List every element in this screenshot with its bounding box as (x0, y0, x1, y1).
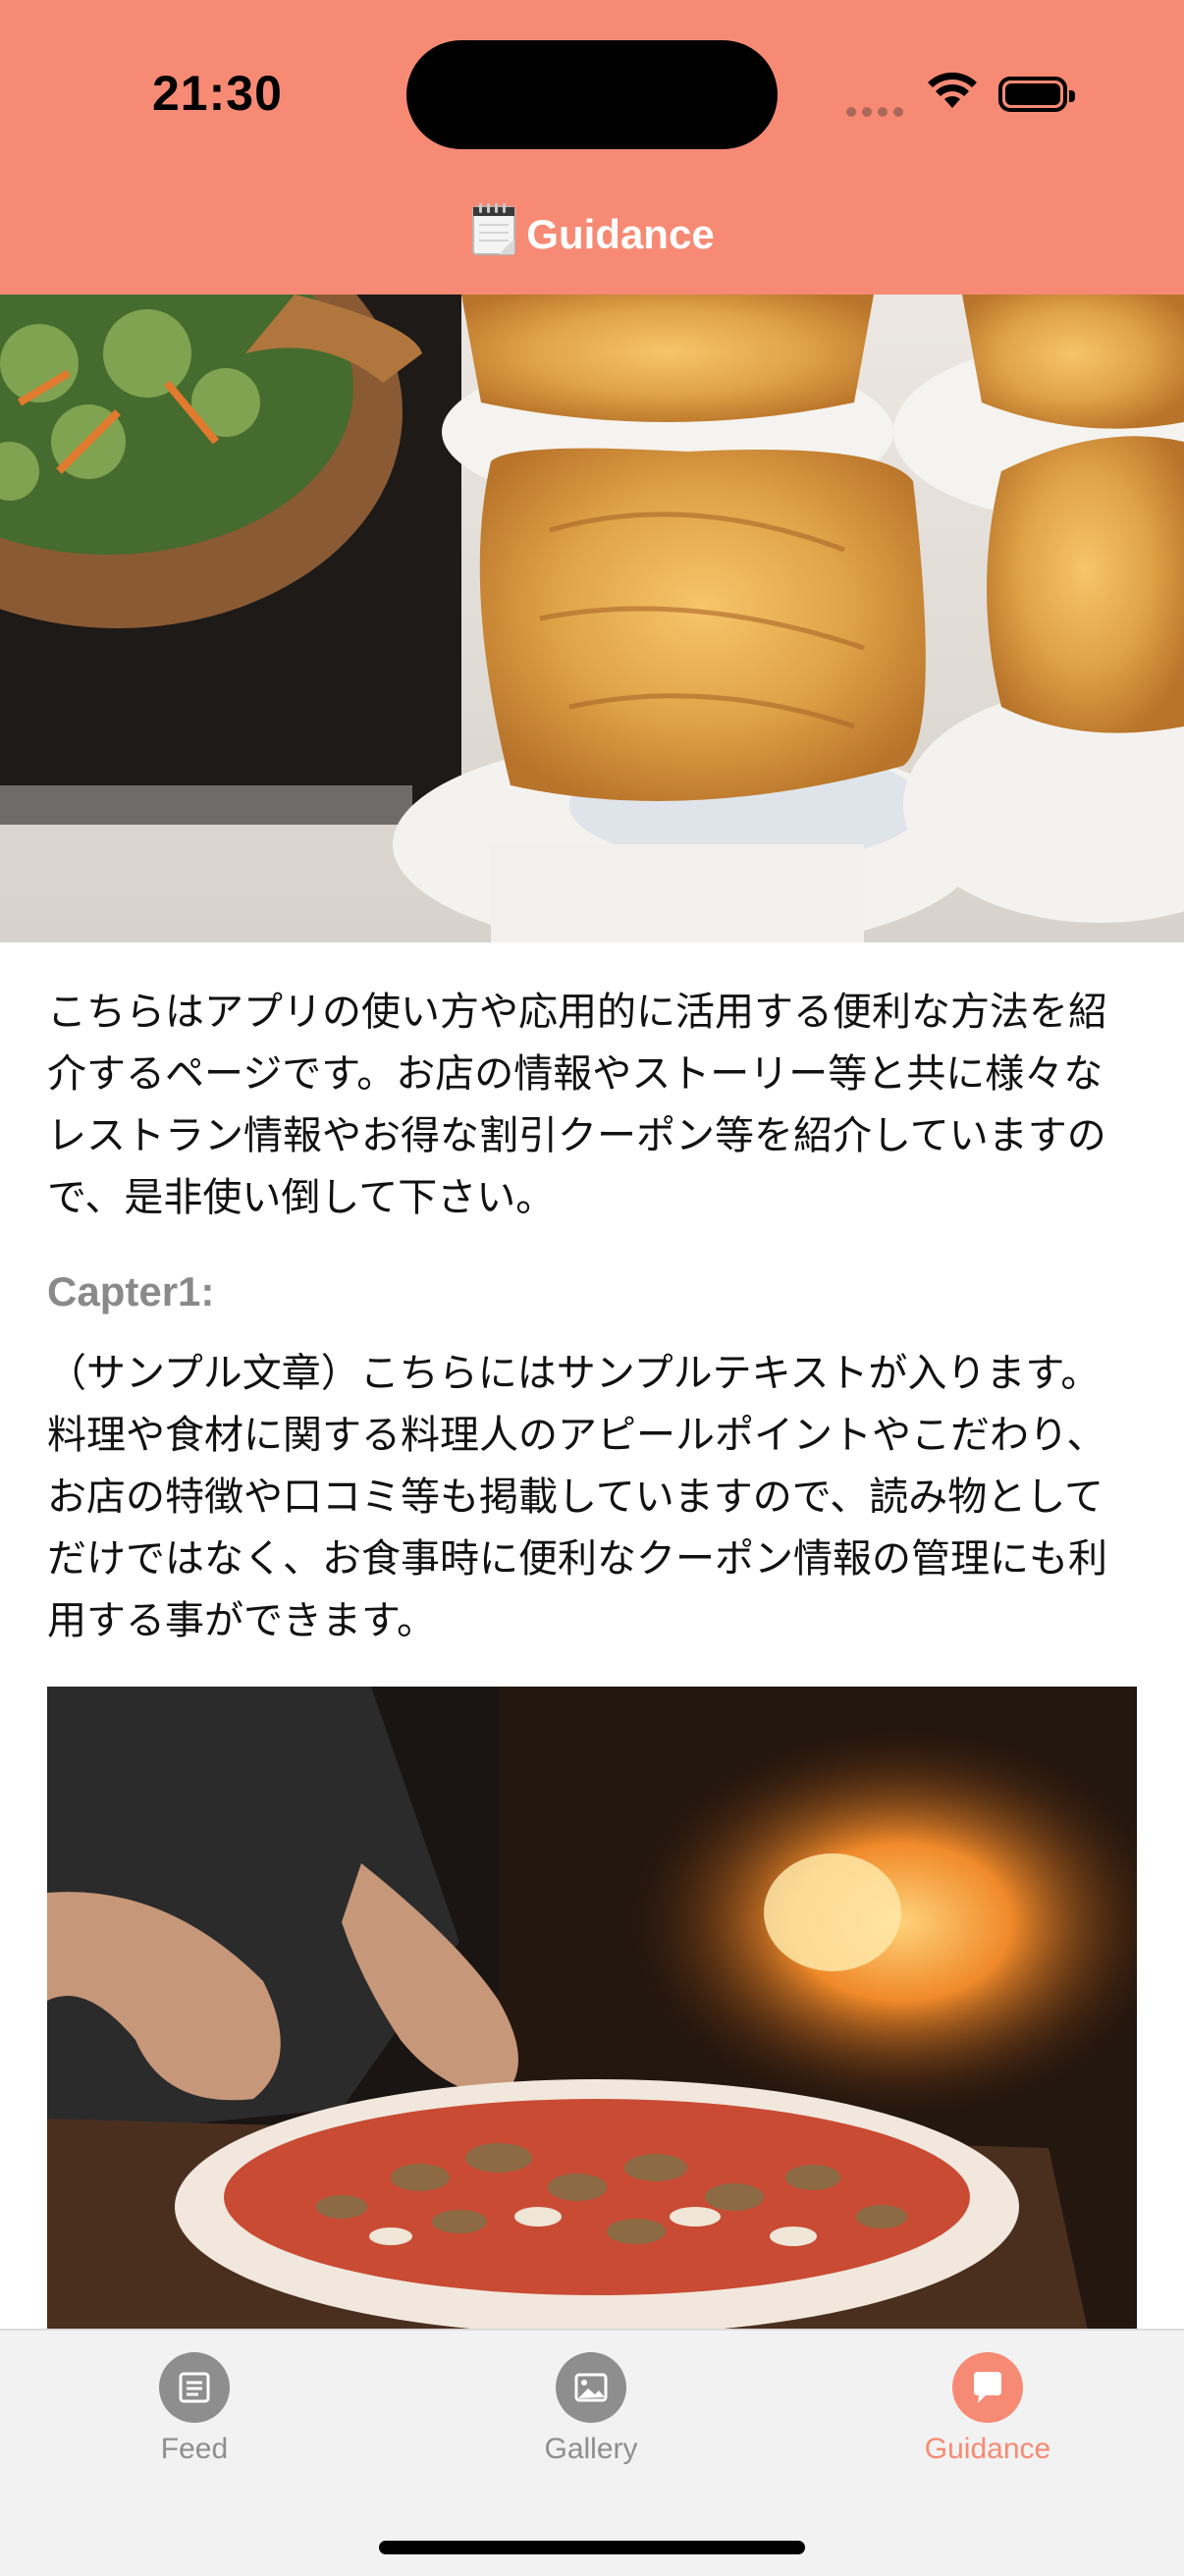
feed-icon (159, 2352, 230, 2423)
wifi-icon (928, 72, 977, 108)
intro-paragraph: こちらはアプリの使い方や応用的に活用する便利な方法を紹介するページです。お店の情… (47, 990, 1107, 1220)
tab-gallery-label: Gallery (544, 2433, 638, 2465)
chapter-heading: Capter1: (47, 1268, 215, 1315)
tab-guidance-label: Guidance (924, 2433, 1051, 2465)
hero-image (0, 295, 1184, 942)
tab-feed[interactable]: Feed (47, 2352, 342, 2466)
notepad-icon (469, 201, 520, 266)
pizza-photo (47, 1687, 1137, 2331)
chapter-body: （サンプル文章）こちらにはサンプルテキストが入ります。料理や食材に関する料理人の… (47, 1351, 1107, 1643)
status-icons (846, 71, 1082, 120)
dynamic-island (406, 40, 778, 149)
tab-gallery[interactable]: Gallery (444, 2352, 738, 2466)
app-header: 21:30 Guidance (0, 0, 1184, 295)
nav-title: Guidance (0, 201, 1184, 266)
nav-title-label: Guidance (526, 211, 715, 257)
tab-guidance[interactable]: Guidance (840, 2352, 1135, 2466)
tab-feed-label: Feed (160, 2433, 229, 2465)
tab-bar: Feed Gallery Guidance (0, 2329, 1184, 2576)
gallery-icon (556, 2352, 626, 2423)
cellular-signal-icon (846, 102, 909, 121)
chat-bubble-icon (952, 2352, 1023, 2423)
home-indicator[interactable] (379, 2541, 805, 2554)
status-time: 21:30 (152, 66, 283, 121)
battery-icon (998, 77, 1075, 112)
